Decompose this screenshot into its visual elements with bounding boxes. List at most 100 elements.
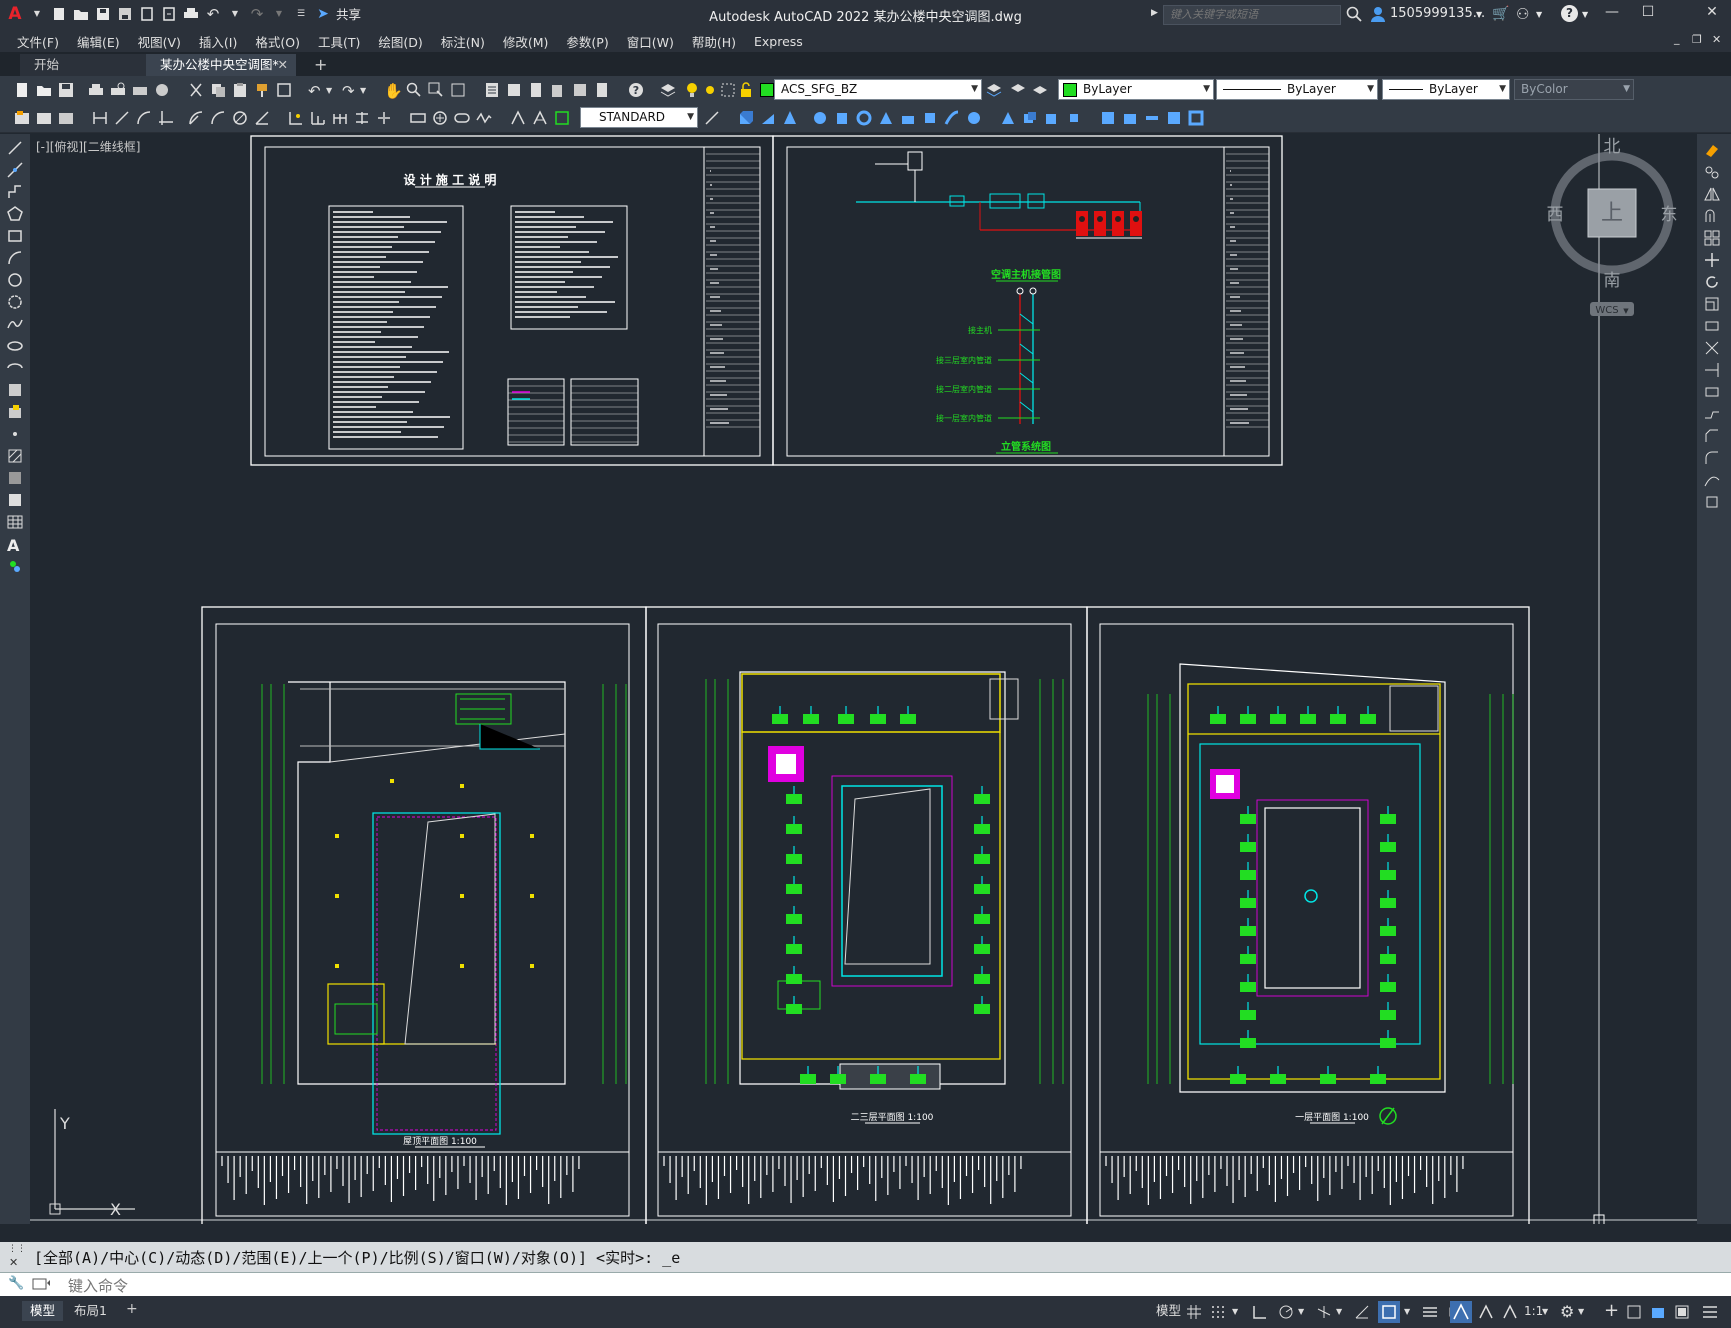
redo-icon[interactable]: ↷	[248, 5, 266, 23]
tab-drawing[interactable]: 某办公楼中央空调图* ✕	[146, 54, 296, 76]
recent-commands-icon[interactable]	[32, 1277, 52, 1294]
layer-previous-icon[interactable]	[1010, 82, 1026, 98]
share-icon[interactable]: ➤	[314, 5, 332, 23]
arc-length-icon[interactable]	[136, 110, 152, 126]
jogged-linear-icon[interactable]	[476, 110, 492, 126]
menu-view[interactable]: 视图(V)	[129, 32, 190, 51]
model-space-button[interactable]: 模型	[1148, 1301, 1189, 1321]
offset-icon[interactable]	[1704, 208, 1720, 224]
ordinate-dim-icon[interactable]	[158, 110, 174, 126]
ellipse-icon[interactable]	[7, 338, 23, 354]
shell-icon[interactable]	[1188, 110, 1204, 126]
rectangle-icon[interactable]	[7, 228, 23, 244]
radius-dim-icon[interactable]	[188, 110, 204, 126]
inspection-icon[interactable]	[454, 110, 470, 126]
menu-help[interactable]: 帮助(H)	[683, 32, 745, 51]
copy-icon[interactable]	[210, 82, 226, 98]
tab-layout1[interactable]: 布局1	[66, 1301, 115, 1321]
doc-minimize-icon[interactable]: _	[1674, 32, 1680, 45]
close-icon[interactable]: ✕	[9, 1256, 18, 1269]
3d-torus-icon[interactable]	[856, 110, 872, 126]
object-snap-tracking-icon[interactable]	[1354, 1304, 1370, 1320]
viewcube-top-face[interactable]: 上	[1601, 201, 1623, 226]
plot-icon[interactable]	[182, 5, 200, 23]
menu-tools[interactable]: 工具(T)	[309, 32, 369, 51]
center-mark-icon[interactable]	[432, 110, 448, 126]
viewport-freeze-icon[interactable]	[720, 82, 736, 98]
block-editor-icon[interactable]	[276, 82, 292, 98]
sun-icon[interactable]	[702, 82, 718, 98]
baseline-dim-icon[interactable]	[310, 110, 326, 126]
annotation-scale-value[interactable]: 1:1	[1524, 1304, 1543, 1318]
markup-icon[interactable]	[572, 82, 588, 98]
lineweight-icon[interactable]	[1422, 1304, 1438, 1320]
app-menu-button[interactable]: A	[6, 4, 24, 24]
line-icon[interactable]	[7, 140, 23, 156]
search-icon[interactable]	[1346, 6, 1362, 25]
isodraft-icon[interactable]	[1316, 1304, 1332, 1320]
plotstyle-dropdown[interactable]: ByColor ▼	[1514, 79, 1634, 100]
open-web-icon[interactable]	[138, 5, 156, 23]
chevron-down-icon[interactable]: ▼	[1582, 10, 1588, 19]
arc-icon[interactable]	[7, 250, 23, 266]
dim-text-edit-icon[interactable]	[532, 110, 548, 126]
lineweight-dropdown[interactable]: ByLayer ▼	[1382, 79, 1510, 100]
chevron-down-icon[interactable]: ▼	[1476, 10, 1482, 19]
chevron-down-icon[interactable]: ▼	[1404, 1307, 1420, 1323]
hardware-acceleration-icon[interactable]	[1650, 1304, 1666, 1320]
join-icon[interactable]	[1704, 406, 1720, 422]
customize-toolbar-icon[interactable]: ☰	[292, 5, 310, 23]
chevron-down-icon[interactable]: ▼	[226, 5, 244, 23]
paste-icon[interactable]	[232, 82, 248, 98]
menu-insert[interactable]: 插入(I)	[190, 32, 246, 51]
gradient-icon[interactable]	[7, 470, 23, 486]
revision-cloud-icon[interactable]	[7, 294, 23, 310]
tab-start[interactable]: 开始	[20, 54, 146, 76]
fillet-icon[interactable]	[1704, 450, 1720, 466]
quick-dim-icon[interactable]	[288, 110, 304, 126]
object-snap-icon[interactable]	[1378, 1301, 1400, 1323]
grid-icon[interactable]	[1186, 1304, 1202, 1320]
clean-screen-icon[interactable]	[1674, 1304, 1690, 1320]
minimize-icon[interactable]: —	[1600, 4, 1624, 24]
user-name[interactable]: 1505999135...	[1390, 6, 1485, 21]
close-icon[interactable]: ✕	[1700, 4, 1724, 24]
continue-dim-icon[interactable]	[332, 110, 348, 126]
linear-dim-icon[interactable]	[92, 110, 108, 126]
extrude-icon[interactable]	[900, 110, 916, 126]
array-icon[interactable]	[1704, 230, 1720, 246]
menu-parametric[interactable]: 参数(P)	[557, 32, 617, 51]
viewcube-west[interactable]: 西	[1547, 205, 1564, 225]
dim-style-dropdown[interactable]: STANDARD ▼	[580, 107, 698, 128]
customization-menu-icon[interactable]	[1702, 1304, 1718, 1320]
plot-icon[interactable]	[88, 82, 104, 98]
polyline-icon[interactable]	[7, 184, 23, 200]
open-icon[interactable]	[36, 82, 52, 98]
chevron-down-icon[interactable]: ▼	[28, 5, 46, 23]
add-selected-icon[interactable]	[7, 558, 23, 574]
isolate-objects-icon[interactable]	[1626, 1304, 1642, 1320]
snap-icon[interactable]	[1210, 1304, 1226, 1320]
copy-object-icon[interactable]	[1704, 164, 1720, 180]
menu-edit[interactable]: 编辑(E)	[68, 32, 129, 51]
cart-icon[interactable]: 🛒	[1492, 6, 1509, 22]
jogged-dim-icon[interactable]	[210, 110, 226, 126]
zoom-previous-icon[interactable]	[450, 82, 466, 98]
doc-close-icon[interactable]: ✕	[1712, 33, 1721, 46]
thicken-icon[interactable]	[1144, 110, 1160, 126]
union-icon[interactable]	[1022, 110, 1038, 126]
cut-icon[interactable]	[188, 82, 204, 98]
erase-icon[interactable]	[1704, 142, 1720, 158]
help-icon[interactable]: ?	[628, 82, 644, 98]
add-icon[interactable]: +	[1604, 1300, 1620, 1321]
chevron-down-icon[interactable]: ▼	[1536, 10, 1542, 19]
publish-icon[interactable]	[132, 82, 148, 98]
3d-cylinder-icon[interactable]	[834, 110, 850, 126]
section-plane-icon[interactable]	[1100, 110, 1116, 126]
user-icon[interactable]	[1370, 6, 1386, 25]
viewcube-north[interactable]: 北	[1604, 137, 1621, 157]
zoom-window-icon[interactable]	[428, 82, 444, 98]
table-icon[interactable]	[7, 514, 23, 530]
close-icon[interactable]: ✕	[278, 54, 288, 76]
design-center-icon[interactable]	[506, 82, 522, 98]
